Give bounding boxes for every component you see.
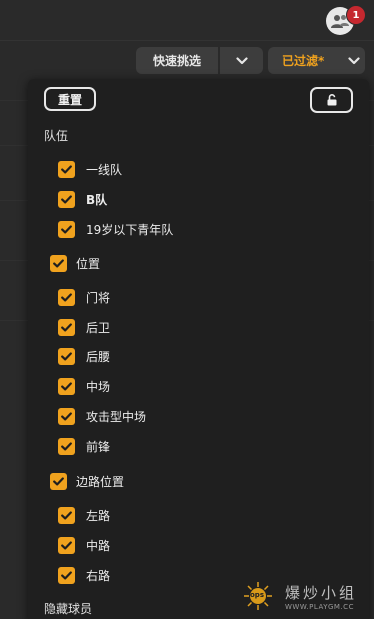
checkbox-checked[interactable] xyxy=(50,472,67,490)
filter-status-label: 已过滤* xyxy=(282,54,325,68)
checkbox-row[interactable]: 19岁以下青年队 xyxy=(58,219,173,239)
checkbox-label: 前锋 xyxy=(86,439,111,454)
checkmark-icon xyxy=(61,411,72,420)
checkbox-row[interactable]: 中路 xyxy=(58,535,110,555)
checkbox-label: 中场 xyxy=(86,379,111,394)
checkmark-icon xyxy=(61,194,72,203)
filter-button[interactable]: 已过滤* xyxy=(268,47,365,74)
checkbox-row[interactable]: 一线队 xyxy=(58,159,122,179)
checkbox-label: 中路 xyxy=(86,538,111,553)
checkbox-label: 左路 xyxy=(86,508,111,523)
checkbox-checked[interactable] xyxy=(58,318,75,336)
checkbox-checked[interactable] xyxy=(58,407,75,425)
checkmark-icon xyxy=(53,258,64,267)
section-title-team: 队伍 xyxy=(44,129,69,143)
group-checkbox-row-position[interactable]: 位置 xyxy=(50,253,100,273)
checkmark-icon xyxy=(61,540,72,549)
quick-filter-button[interactable]: 快速挑选 xyxy=(136,47,218,74)
section-title-side-position: 边路位置 xyxy=(76,474,125,489)
checkbox-checked[interactable] xyxy=(58,566,75,584)
section-title-position: 位置 xyxy=(76,256,101,271)
reset-button[interactable]: 重置 xyxy=(44,87,96,111)
checkbox-row[interactable]: 左路 xyxy=(58,505,110,525)
watermark-logo-text: ops xyxy=(250,591,264,599)
checkmark-icon xyxy=(61,570,72,579)
checkbox-label: B队 xyxy=(86,192,108,207)
lock-toggle-button[interactable] xyxy=(310,87,353,113)
checkbox-row[interactable]: 攻击型中场 xyxy=(58,406,146,426)
checkmark-icon xyxy=(61,381,72,390)
checkmark-icon xyxy=(61,441,72,450)
checkbox-row[interactable]: 前锋 xyxy=(58,436,110,456)
quick-filter-group: 快速挑选 xyxy=(136,47,263,74)
checkbox-row[interactable]: 中场 xyxy=(58,376,110,396)
checkbox-checked[interactable] xyxy=(58,220,75,238)
checkbox-label: 后卫 xyxy=(86,320,111,335)
checkbox-row[interactable]: 后卫 xyxy=(58,317,110,337)
watermark-text: 爆炒小组 WWW.PLAYGM.CC xyxy=(285,582,357,611)
group-checkbox-row-side[interactable]: 边路位置 xyxy=(50,471,124,491)
watermark-logo: ops xyxy=(243,581,273,611)
section-title-hidden-players: 隐藏球员 xyxy=(44,602,93,616)
watermark-url: WWW.PLAYGM.CC xyxy=(285,602,354,611)
checkbox-row[interactable]: 右路 xyxy=(58,565,110,585)
checkbox-label: 右路 xyxy=(86,568,111,583)
checkmark-icon xyxy=(53,476,64,485)
notification-badge: 1 xyxy=(346,5,366,25)
checkbox-checked[interactable] xyxy=(58,160,75,178)
checkbox-label: 后腰 xyxy=(86,349,111,364)
checkbox-checked[interactable] xyxy=(58,536,75,554)
checkbox-checked[interactable] xyxy=(58,347,75,365)
filter-dropdown-panel: 重置 队伍 一线队 B队 19岁以下青年队 位置 门将 后卫 后腰 中场 攻击型… xyxy=(28,79,369,619)
checkbox-label: 攻击型中场 xyxy=(86,409,147,424)
checkmark-icon xyxy=(61,164,72,173)
checkbox-checked[interactable] xyxy=(58,437,75,455)
chevron-down-icon xyxy=(235,56,248,64)
checkmark-icon xyxy=(61,292,72,301)
top-bar xyxy=(0,0,374,41)
watermark: ops 爆炒小组 WWW.PLAYGM.CC xyxy=(243,576,371,616)
checkbox-label: 门将 xyxy=(86,290,111,305)
checkbox-checked[interactable] xyxy=(50,254,67,272)
unlock-icon xyxy=(327,94,336,106)
watermark-name: 爆炒小组 xyxy=(285,583,358,602)
chevron-down-icon xyxy=(348,56,360,64)
checkbox-checked[interactable] xyxy=(58,288,75,306)
checkmark-icon xyxy=(61,322,72,331)
checkbox-row[interactable]: B队 xyxy=(58,189,107,209)
checkbox-checked[interactable] xyxy=(58,506,75,524)
checkbox-checked[interactable] xyxy=(58,190,75,208)
filter-chevron xyxy=(348,56,360,65)
checkbox-checked[interactable] xyxy=(58,377,75,395)
checkmark-icon xyxy=(61,510,72,519)
checkmark-icon xyxy=(61,351,72,360)
page: 1 快速挑选 已过滤* 重置 队伍 一线队 B队 19岁以下青年队 位置 门将 … xyxy=(0,0,374,619)
quick-filter-dropdown-button[interactable] xyxy=(220,47,263,74)
checkbox-row[interactable]: 后腰 xyxy=(58,346,110,366)
checkbox-row[interactable]: 门将 xyxy=(58,287,110,307)
checkbox-label: 一线队 xyxy=(86,162,123,177)
checkmark-icon xyxy=(61,224,72,233)
checkbox-label: 19岁以下青年队 xyxy=(86,222,174,237)
